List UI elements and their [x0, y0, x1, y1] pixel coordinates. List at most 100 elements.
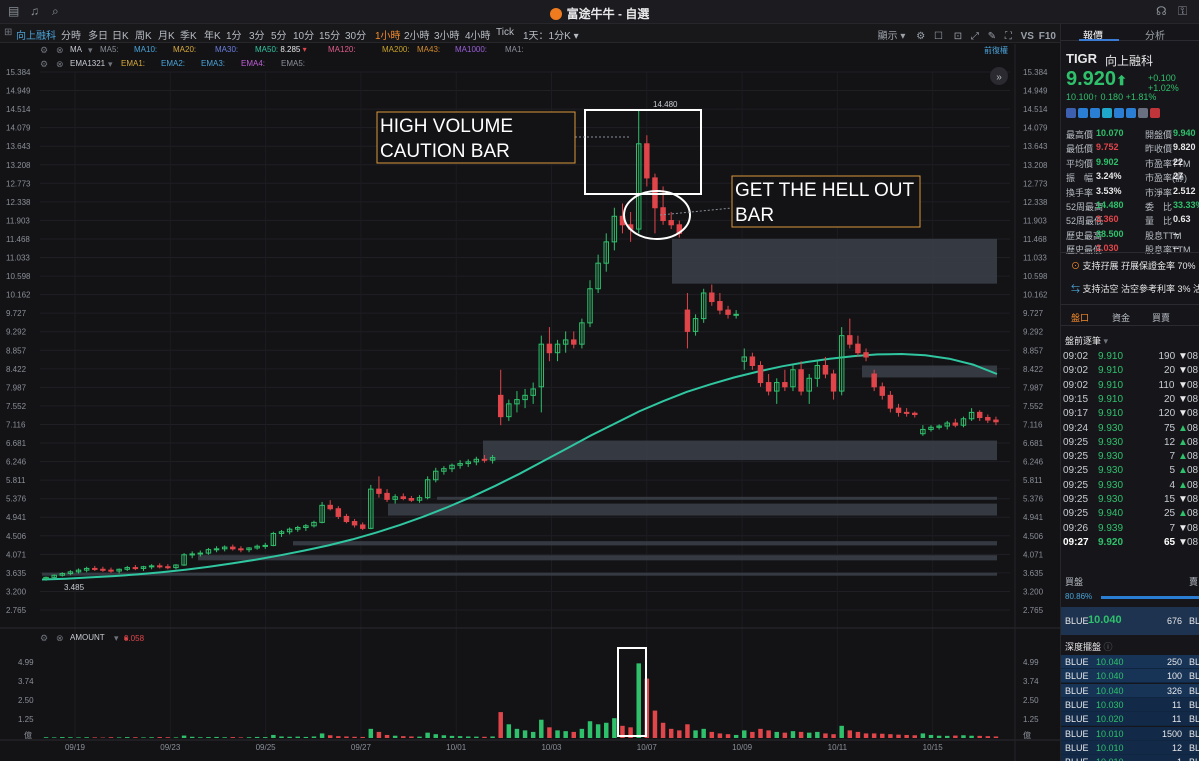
depth-header[interactable]: 深度擺盤 ⓘ: [1065, 640, 1113, 653]
stat-label: 平均價: [1066, 158, 1094, 169]
tab-trades[interactable]: 買賣: [1152, 311, 1170, 324]
tick-price: 9.930: [1098, 451, 1124, 463]
price-tick-left: 6.681: [6, 439, 27, 448]
tick-row: 09:25 9.940 25 ▲ 08: [1063, 507, 1199, 521]
get-out-line-1: GET THE HELL OUT: [735, 180, 915, 201]
volume-dropdown-icon[interactable]: ▾: [114, 633, 119, 644]
candle-body: [92, 567, 98, 570]
candle-body: [335, 508, 342, 517]
candle-body: [725, 309, 731, 315]
annotations: HIGH VOLUME CAUTION BAR GET THE HELL OUT BA…: [376, 67, 1008, 737]
tick-time-next: 08: [1187, 365, 1199, 377]
depth-broker: BLUE: [1065, 671, 1089, 682]
red-badge-icon[interactable]: [1150, 108, 1160, 118]
volume-bar: [474, 736, 479, 738]
candle-body: [497, 394, 504, 418]
tab-order-book[interactable]: 盤口: [1071, 311, 1089, 324]
badge-row: [1066, 108, 1162, 121]
stat-value: 9.902: [1096, 156, 1119, 167]
depth-row[interactable]: BLUE 10.010 1500 BL: [1061, 726, 1199, 741]
date-tick: 09/23: [160, 743, 181, 752]
candle-body: [863, 352, 869, 358]
price-tick-right: 3.200: [1023, 587, 1044, 596]
stat-value: 22: [1173, 156, 1184, 167]
depth-broker: BLUE: [1065, 714, 1089, 725]
tick-volume: 15: [1164, 494, 1176, 505]
price-tick-right: 14.079: [1023, 124, 1048, 133]
depth-row[interactable]: BLUE 10.030 11 BL: [1061, 697, 1199, 712]
pre-market-quote: 10.100↑ 0.180 +1.81%: [1066, 92, 1157, 102]
tick-price: 9.939: [1098, 522, 1124, 534]
volume-bar: [522, 730, 528, 738]
depth-row[interactable]: BLUE 10.010 12 BL: [1061, 740, 1199, 755]
tick-row: 09:25 9.930 5 ▲ 08: [1063, 464, 1199, 478]
tick-time: 09:24: [1063, 422, 1089, 434]
tick-volume: 65: [1164, 536, 1176, 548]
depth-right: BL: [1189, 714, 1199, 725]
volume-close-icon[interactable]: ⊗: [56, 633, 64, 644]
volume-bar: [798, 731, 804, 738]
short-note[interactable]: ⇆ 支持沽空 沽空參考利率 3% 沽: [1071, 282, 1199, 295]
candle-body: [709, 292, 715, 303]
volume-bar: [173, 737, 179, 738]
candle-body: [830, 373, 837, 392]
price-tick-right: 10.162: [1023, 291, 1048, 300]
stat-value: 9.820: [1173, 142, 1196, 153]
lightning-icon[interactable]: [1078, 108, 1088, 118]
depth-row[interactable]: BLUE 10.040 250 BL: [1061, 655, 1199, 669]
volume-bar: [636, 663, 641, 738]
chat-icon[interactable]: [1102, 108, 1112, 118]
volume-tick-right: 1.25: [1023, 715, 1039, 724]
tab-analysis[interactable]: 分析: [1145, 27, 1165, 42]
last-price: 9.920⬆: [1066, 68, 1127, 90]
volume-bar: [928, 734, 934, 738]
lock-icon[interactable]: ⚿: [1178, 4, 1187, 19]
price-change: +0.100 +1.02%: [1148, 73, 1179, 93]
price-tick-left: 7.987: [6, 383, 27, 392]
volume-tick-left: 4.99: [18, 658, 34, 667]
price-tick-right: 6.681: [1023, 439, 1044, 448]
candle-body: [238, 548, 244, 551]
price-tick-right: 5.811: [1023, 476, 1043, 485]
depth-row[interactable]: BLUE 10.010 1 BL: [1061, 755, 1199, 761]
volume-bar: [701, 728, 706, 738]
price-tick-left: 15.384: [6, 68, 31, 77]
box-icon[interactable]: [1138, 108, 1148, 118]
24h-icon[interactable]: [1090, 108, 1100, 118]
price-tick-left: 12.338: [6, 198, 31, 207]
candle-body: [359, 524, 366, 529]
ticks-header[interactable]: 盤前逐筆 ▾: [1065, 334, 1108, 347]
candle-body: [879, 386, 886, 396]
volume-bar: [855, 731, 861, 738]
volume-bar: [993, 736, 999, 738]
price-tick-right: 15.384: [1023, 68, 1048, 77]
tick-volume: 75: [1164, 422, 1176, 434]
volume-bar: [742, 730, 747, 738]
volume-bar: [725, 734, 731, 738]
candle-body: [408, 498, 415, 501]
symbol: TIGR: [1066, 51, 1098, 66]
depth-row[interactable]: BLUE 10.040 100 BL: [1061, 669, 1199, 684]
tab-capital[interactable]: 資金: [1112, 311, 1130, 324]
candlestick-chart[interactable]: 15.384 15.384 14.949 14.949 14.514 14.514 14.0…: [0, 0, 1060, 761]
volume-bar: [985, 736, 991, 738]
volume-bar: [863, 733, 869, 738]
margin-note[interactable]: ⊙ 支持孖展 孖展保證金率 70%: [1071, 259, 1196, 272]
depth-broker: BLUE: [1065, 742, 1089, 753]
candle-body: [887, 394, 894, 409]
best-bid-row[interactable]: BLUE 10.040 676 BL: [1061, 607, 1199, 635]
volume-bar: [904, 734, 909, 738]
candle-body: [189, 553, 195, 556]
volume-settings-icon[interactable]: ⚙: [40, 633, 48, 644]
volume-tick-right: 4.99: [1023, 658, 1039, 667]
volume-bar: [457, 736, 463, 738]
volume-bar: [774, 731, 779, 738]
s-badge-icon[interactable]: [1114, 108, 1124, 118]
headset-icon[interactable]: ☊: [1156, 4, 1167, 18]
tick-time: 09:26: [1063, 522, 1089, 534]
volume-bar: [368, 728, 374, 738]
volume-bar: [336, 736, 341, 738]
depth-row[interactable]: BLUE 10.020 11 BL: [1061, 712, 1199, 727]
note-icon[interactable]: [1126, 108, 1136, 118]
depth-row[interactable]: BLUE 10.040 326 BL: [1061, 683, 1199, 698]
